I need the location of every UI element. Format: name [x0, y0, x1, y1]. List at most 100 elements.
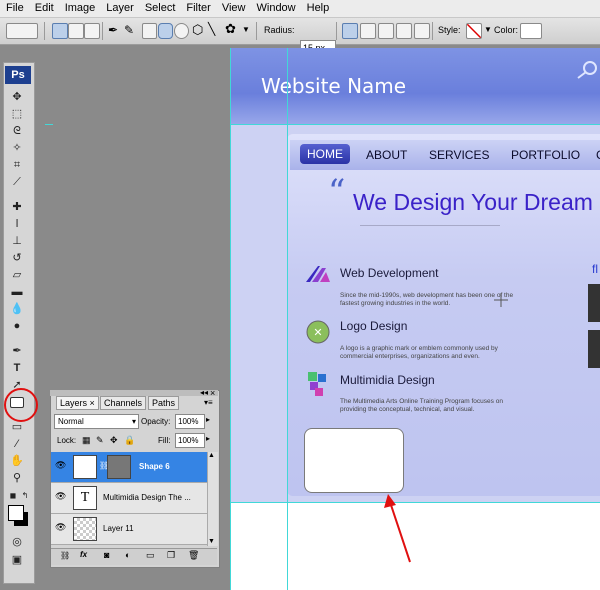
polygon-tool-icon[interactable]: ⬡	[192, 22, 203, 38]
highlight-circle	[4, 388, 38, 422]
menu-edit[interactable]: Edit	[29, 0, 59, 17]
layer-row-multimidia[interactable]: 👁 T Multimidia Design The ...	[51, 483, 207, 514]
eye-icon[interactable]: 👁	[55, 491, 66, 502]
fill-slider-arrow-icon[interactable]: ▸	[206, 434, 210, 443]
new-layer-icon[interactable]: ❐	[167, 550, 175, 561]
marquee-tool-icon[interactable]: ⬚	[10, 107, 24, 121]
tab-close-icon[interactable]: ×	[90, 398, 95, 408]
new-group-icon[interactable]: ▭	[146, 550, 155, 561]
pen-icon[interactable]: ✒	[108, 23, 118, 37]
eye-icon[interactable]: 👁	[55, 460, 66, 471]
tab-layers[interactable]: Layers ×	[56, 396, 99, 410]
line-tool-icon[interactable]: ╲	[208, 22, 215, 36]
lock-transparent-icon[interactable]: ▦	[82, 435, 91, 446]
custom-shape-tool-icon[interactable]: ✿	[225, 21, 236, 37]
blur-tool-icon[interactable]: 💧	[10, 302, 24, 316]
nav-home: HOME	[300, 144, 350, 164]
freeform-pen-icon[interactable]: ✎	[124, 23, 134, 37]
brush-tool-icon[interactable]: ǀ	[10, 217, 24, 231]
crop-tool-icon[interactable]: ⌗	[10, 158, 24, 172]
history-brush-icon[interactable]: ↺	[10, 251, 24, 265]
tab-paths[interactable]: Paths	[148, 396, 180, 410]
panel-close-icon[interactable]: ×	[210, 388, 215, 398]
fill-input[interactable]: 100%	[175, 433, 205, 448]
dodge-tool-icon[interactable]: ●	[10, 319, 24, 333]
menu-window[interactable]: Window	[251, 0, 301, 17]
service-title-logo: Logo Design	[340, 319, 408, 333]
paths-mode-button[interactable]	[68, 23, 84, 39]
type-tool-icon[interactable]: T	[10, 361, 24, 375]
opacity-slider-arrow-icon[interactable]: ▸	[206, 415, 210, 424]
slice-tool-icon[interactable]: ⟋	[10, 175, 24, 189]
service-desc-web: Since the mid-1990s, web development has…	[340, 292, 514, 307]
menu-select[interactable]: Select	[139, 0, 181, 17]
menu-bar: File Edit Image Layer Select Filter View…	[0, 0, 600, 18]
swap-colors-icon[interactable]: ↰	[18, 489, 32, 503]
scroll-down-icon[interactable]: ▼	[208, 538, 215, 545]
menu-layer[interactable]: Layer	[100, 0, 139, 17]
lasso-tool-icon[interactable]: ᘓ	[10, 124, 24, 138]
menu-file[interactable]: File	[0, 0, 29, 17]
layer-name: Layer 11	[103, 524, 134, 533]
panel-menu-icon[interactable]: ▾≡	[204, 398, 213, 407]
layer-row-layer11[interactable]: 👁 Layer 11	[51, 514, 207, 545]
eye-icon[interactable]: 👁	[55, 522, 66, 533]
subtract-shape-area-button[interactable]	[378, 23, 394, 39]
quick-mask-icon[interactable]: ◎	[10, 535, 24, 549]
shape-layers-mode-button[interactable]	[52, 23, 68, 39]
link-layers-icon[interactable]: ⛓	[60, 551, 70, 560]
geometry-options-chevron-icon[interactable]: ▼	[242, 25, 250, 34]
eyedropper-icon[interactable]: ⁄	[10, 437, 24, 451]
layer-row-shape6[interactable]: 👁 ⛓ Shape 6	[51, 452, 207, 483]
quote-mark: “	[328, 172, 346, 212]
hand-tool-icon[interactable]: ✋	[10, 454, 24, 468]
add-to-shape-area-button[interactable]	[360, 23, 376, 39]
tab-channels[interactable]: Channels	[100, 396, 147, 410]
options-bar: ✒ ✎ ⬡ ╲ ✿ ▼ Radius: Style: ▼ Color:	[0, 18, 600, 55]
scroll-up-icon[interactable]: ▲	[208, 452, 215, 459]
lock-image-icon[interactable]: ✎	[96, 435, 104, 446]
ellipse-tool-icon[interactable]	[174, 23, 189, 39]
healing-brush-icon[interactable]: ✚	[10, 200, 24, 214]
clone-stamp-icon[interactable]: ⊥	[10, 234, 24, 248]
gradient-tool-icon[interactable]: ▬	[10, 285, 24, 299]
menu-view[interactable]: View	[216, 0, 251, 17]
screen-mode-icon[interactable]: ▣	[10, 553, 24, 567]
pen-tool-icon[interactable]: ✒	[10, 344, 24, 358]
style-chevron-icon[interactable]: ▼	[484, 25, 492, 34]
portfolio-photo	[588, 284, 600, 322]
fill-pixels-mode-button[interactable]	[84, 23, 100, 39]
zoom-tool-icon[interactable]: ⚲	[10, 471, 24, 485]
rounded-rectangle-tool-icon[interactable]	[158, 23, 173, 39]
foreground-color-swatch[interactable]	[8, 505, 24, 521]
blend-mode-select[interactable]: Normal ▾	[54, 414, 139, 429]
trash-icon[interactable]: 🗑	[188, 550, 199, 561]
add-mask-icon[interactable]: ◙	[104, 550, 109, 560]
magic-wand-icon[interactable]: ✧	[10, 141, 24, 155]
color-swatch[interactable]	[520, 23, 542, 39]
rectangle-tool-icon[interactable]	[142, 23, 157, 39]
search-icon	[577, 61, 597, 79]
notes-tool-icon[interactable]: ▭	[10, 420, 24, 434]
layers-scrollbar[interactable]	[207, 452, 218, 546]
tool-preset-picker[interactable]	[6, 23, 38, 39]
service-title-web: Web Development	[340, 266, 439, 280]
fx-icon[interactable]: fx	[80, 550, 87, 559]
rounded-rectangle-shape[interactable]	[304, 428, 404, 493]
opacity-input[interactable]: 100%	[175, 414, 205, 429]
intersect-shape-areas-button[interactable]	[396, 23, 412, 39]
menu-image[interactable]: Image	[59, 0, 101, 17]
eraser-tool-icon[interactable]: ▱	[10, 268, 24, 282]
adjustment-layer-icon[interactable]: ◐	[125, 550, 130, 560]
lock-all-icon[interactable]: 🔒	[124, 435, 135, 446]
create-new-shape-layer-button[interactable]	[342, 23, 358, 39]
menu-help[interactable]: Help	[301, 0, 335, 17]
menu-filter[interactable]: Filter	[180, 0, 215, 17]
svg-text:✕: ✕	[313, 327, 322, 339]
style-picker[interactable]	[466, 23, 482, 39]
exclude-overlap-button[interactable]	[414, 23, 430, 39]
move-tool-icon[interactable]: ✥	[10, 90, 24, 104]
lock-position-icon[interactable]: ✥	[110, 435, 118, 446]
blend-mode-value: Normal	[58, 417, 84, 426]
panel-collapse-icon[interactable]: ◂◂	[200, 388, 208, 397]
